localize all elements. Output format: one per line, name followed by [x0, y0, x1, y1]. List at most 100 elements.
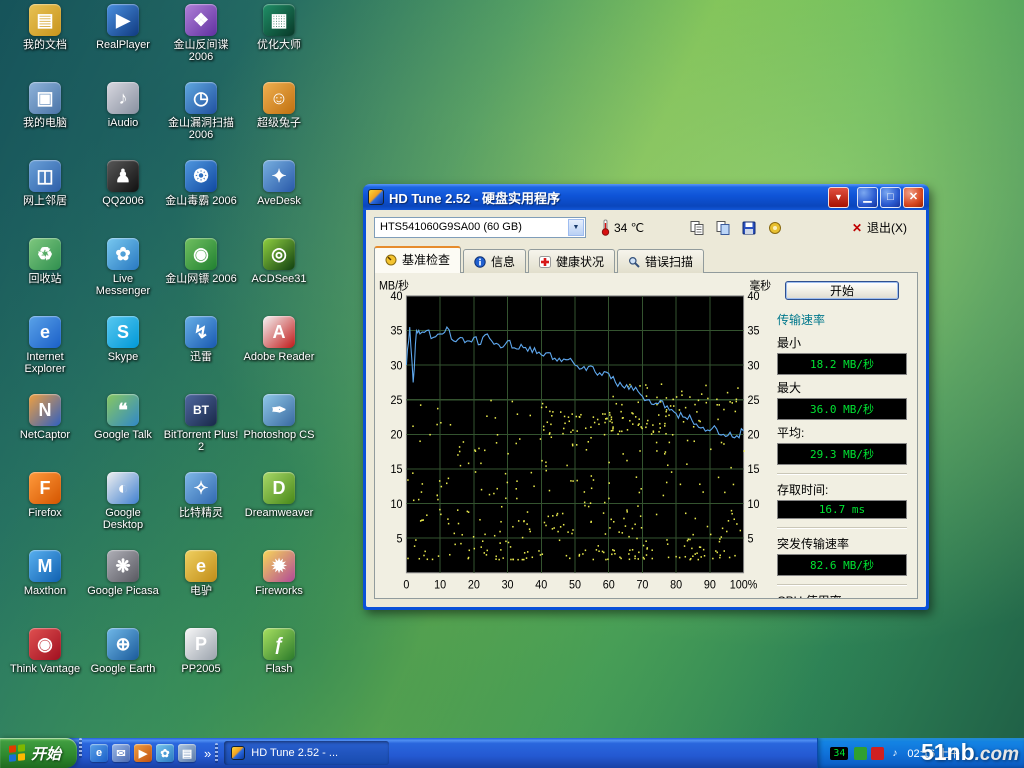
desktop-icon-label: 网上邻居 [23, 195, 67, 207]
antivirus-tray-icon[interactable] [871, 747, 884, 760]
desktop-icon[interactable]: ✦AveDesk [240, 160, 318, 238]
desktop-icon[interactable]: MMaxthon [6, 550, 84, 628]
desktop-icon[interactable]: ☺超级兔子 [240, 82, 318, 160]
desktop-icon[interactable]: FFirefox [6, 472, 84, 550]
desktop-icon[interactable]: ▦优化大师 [240, 4, 318, 82]
svg-text:40: 40 [535, 579, 547, 591]
desktop-icon-label: AveDesk [257, 195, 301, 207]
desktop-icon[interactable]: ❂金山毒霸 2006 [162, 160, 240, 238]
desktop-icon-label: Google Talk [94, 429, 152, 441]
desktop-icon[interactable]: ◉Think Vantage [6, 628, 84, 706]
desktop-icon[interactable]: ƒFlash [240, 628, 318, 706]
desktop-icon-image: BT [185, 394, 217, 426]
desktop-icon[interactable]: ◎ACDSee31 [240, 238, 318, 316]
toolbar-handle[interactable] [215, 743, 218, 763]
desktop-icon[interactable]: PPP2005 [162, 628, 240, 706]
desktop-icon-image: ▶ [107, 4, 139, 36]
desktop-icon[interactable]: ✒Photoshop CS [240, 394, 318, 472]
desktop-icon[interactable]: BTBitTorrent Plus! 2 [162, 394, 240, 472]
desktop-icon[interactable]: ♻回收站 [6, 238, 84, 316]
start-benchmark-button[interactable]: 开始 [785, 281, 899, 300]
desktop-icon[interactable]: SSkype [84, 316, 162, 394]
cpu-usage-label: CPU 使用率 [777, 592, 907, 599]
svg-text:0: 0 [403, 579, 409, 591]
hdtune-app-icon [368, 189, 384, 205]
svg-text:100%: 100% [730, 579, 758, 591]
close-button[interactable]: ✕ [903, 187, 924, 208]
save-screenshot-button[interactable] [738, 217, 760, 239]
desktop-icon[interactable]: ♪iAudio [84, 82, 162, 160]
desktop-icon[interactable]: ◫网上邻居 [6, 160, 84, 238]
download-arrow-icon: ▼ [834, 193, 843, 202]
drive-select-value: HTS541060G9SA00 (60 GB) [380, 221, 522, 233]
show-desktop-quicklaunch-icon[interactable]: ▤ [178, 744, 196, 762]
desktop-icon-image: ↯ [185, 316, 217, 348]
desktop-icon[interactable]: ✿Live Messenger [84, 238, 162, 316]
save-icon [741, 220, 757, 236]
desktop-icon[interactable]: ▶RealPlayer [84, 4, 162, 82]
exit-x-icon: ✕ [852, 221, 862, 235]
window-body: HTS541060G9SA00 (60 GB) ▼ 34 ℃ [366, 210, 926, 607]
desktop-icon[interactable]: DDreamweaver [240, 472, 318, 550]
desktop-icon-label: 超级兔子 [257, 117, 301, 129]
desktop-icon[interactable]: ◐Google Desktop [84, 472, 162, 550]
start-button[interactable]: 开始 [0, 738, 77, 768]
desktop-icon[interactable]: ◉金山网镖 2006 [162, 238, 240, 316]
close-icon: ✕ [909, 192, 918, 203]
chevron-down-icon[interactable]: ▼ [568, 219, 584, 236]
kingsoft-tray-icon[interactable] [854, 747, 867, 760]
copy-image-button[interactable] [712, 217, 734, 239]
exit-button[interactable]: ✕ 退出(X) [841, 216, 918, 239]
desktop-icon[interactable]: ↯迅雷 [162, 316, 240, 394]
media-player-quicklaunch-icon[interactable]: ▶ [134, 744, 152, 762]
svg-text:5: 5 [748, 533, 754, 545]
tab-health[interactable]: 健康状况 [528, 249, 615, 273]
maximize-icon: □ [887, 192, 894, 203]
desktop-icon-image: ◷ [185, 82, 217, 114]
taskbar-task-hdtune[interactable]: HD Tune 2.52 - ... [224, 741, 389, 765]
tab-error-scan[interactable]: 错误扫描 [617, 249, 704, 273]
volume-tray-icon[interactable]: ♪ [888, 747, 901, 760]
desktop-icon[interactable]: ❝Google Talk [84, 394, 162, 472]
hdtune-tray-temp[interactable]: 34 [830, 747, 848, 760]
messenger-quicklaunch-icon[interactable]: ✿ [156, 744, 174, 762]
tab-label: 错误扫描 [645, 253, 693, 270]
tab-info[interactable]: 信息 [463, 249, 526, 273]
desktop-icon-label: Adobe Reader [244, 351, 315, 363]
maximize-button[interactable]: □ [880, 187, 901, 208]
tab-benchmark[interactable]: 基准检查 [374, 246, 461, 273]
desktop-icon[interactable]: ✧比特精灵 [162, 472, 240, 550]
magnifier-icon [628, 256, 640, 268]
copy-text-button[interactable] [686, 217, 708, 239]
mail-quicklaunch-icon[interactable]: ✉ [112, 744, 130, 762]
desktop-icon[interactable]: ◷金山漏洞扫描 2006 [162, 82, 240, 160]
minimize-button[interactable]: ▁ [857, 187, 878, 208]
options-button[interactable] [764, 217, 786, 239]
desktop-icon-label: 金山网镖 2006 [165, 273, 237, 285]
desktop-icon-label: PP2005 [181, 663, 220, 675]
desktop-icon[interactable]: NNetCaptor [6, 394, 84, 472]
internet-explorer-quicklaunch-icon[interactable]: e [90, 744, 108, 762]
desktop-icon[interactable]: ⊕Google Earth [84, 628, 162, 706]
desktop-icon[interactable]: ❖金山反间谍 2006 [162, 4, 240, 82]
desktop-icon-image: F [29, 472, 61, 504]
desktop-icon[interactable]: AAdobe Reader [240, 316, 318, 394]
desktop-icon[interactable]: ▤我的文档 [6, 4, 84, 82]
desktop-icon[interactable]: ▣我的电脑 [6, 82, 84, 160]
quick-launch-bar: e✉▶✿▤ [84, 738, 202, 768]
desktop-icon[interactable]: e电驴 [162, 550, 240, 628]
access-time-label: 存取时间: [777, 481, 907, 498]
svg-text:20: 20 [468, 579, 480, 591]
chevron-icon[interactable]: » [202, 746, 213, 761]
update-available-button[interactable]: ▼ [828, 187, 849, 208]
desktop-icon[interactable]: eInternet Explorer [6, 316, 84, 394]
svg-text:50: 50 [569, 579, 581, 591]
desktop-icon[interactable]: ♟QQ2006 [84, 160, 162, 238]
titlebar[interactable]: HD Tune 2.52 - 硬盘实用程序 ▼ ▁ □ ✕ [363, 184, 929, 210]
desktop-icon[interactable]: ❋Google Picasa [84, 550, 162, 628]
desktop-icon-label: Think Vantage [10, 663, 80, 675]
desktop-icon[interactable]: ✹Fireworks [240, 550, 318, 628]
toolbar-handle[interactable] [79, 738, 82, 758]
drive-select[interactable]: HTS541060G9SA00 (60 GB) ▼ [374, 217, 586, 238]
watermark-suffix: .com [975, 744, 1019, 765]
